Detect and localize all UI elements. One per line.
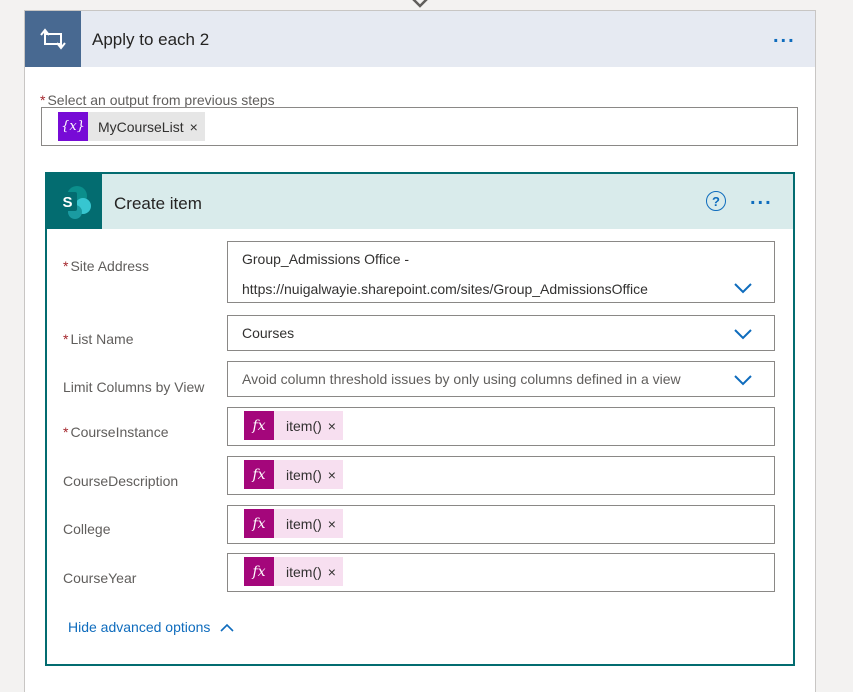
expression-token[interactable]: fx item() × bbox=[244, 411, 343, 440]
college-label: College bbox=[63, 521, 111, 537]
select-output-label: * Select an output from previous steps bbox=[40, 92, 275, 108]
hide-advanced-options-label: Hide advanced options bbox=[68, 619, 211, 635]
course-year-input[interactable]: fx item() × bbox=[227, 553, 775, 592]
select-output-label-text: Select an output from previous steps bbox=[47, 92, 275, 108]
apply-to-each-header[interactable]: Apply to each 2 ... bbox=[25, 11, 815, 67]
token-label: item() bbox=[286, 563, 322, 580]
chevron-down-icon[interactable] bbox=[734, 374, 752, 386]
svg-text:S: S bbox=[62, 194, 72, 211]
connector-arrow-icon bbox=[412, 0, 428, 8]
course-year-label: CourseYear bbox=[63, 570, 137, 586]
site-address-value-line2: https://nuigalwayie.sharepoint.com/sites… bbox=[242, 281, 648, 297]
required-mark: * bbox=[63, 331, 69, 347]
chevron-down-icon[interactable] bbox=[734, 328, 752, 340]
list-name-value: Courses bbox=[242, 325, 295, 341]
select-output-input[interactable]: {x} MyCourseList × bbox=[41, 107, 798, 146]
course-instance-label: * CourseInstance bbox=[63, 424, 169, 440]
mycourselist-token[interactable]: {x} MyCourseList × bbox=[58, 112, 205, 141]
list-name-label: * List Name bbox=[63, 331, 133, 347]
course-instance-label-text: CourseInstance bbox=[70, 424, 169, 440]
hide-advanced-options-link[interactable]: Hide advanced options bbox=[68, 619, 235, 635]
college-input[interactable]: fx item() × bbox=[227, 505, 775, 544]
expression-icon: fx bbox=[244, 557, 274, 586]
variable-icon: {x} bbox=[58, 112, 88, 141]
list-name-dropdown[interactable]: Courses bbox=[227, 315, 775, 351]
required-mark: * bbox=[63, 258, 69, 274]
expression-token[interactable]: fx item() × bbox=[244, 557, 343, 586]
apply-to-each-title[interactable]: Apply to each 2 bbox=[92, 30, 209, 50]
course-description-input[interactable]: fx item() × bbox=[227, 456, 775, 495]
course-instance-input[interactable]: fx item() × bbox=[227, 407, 775, 446]
site-address-label-text: Site Address bbox=[70, 258, 150, 274]
expression-token[interactable]: fx item() × bbox=[244, 509, 343, 538]
remove-token-button[interactable]: × bbox=[190, 112, 205, 141]
token-label: item() bbox=[286, 417, 322, 434]
course-description-label: CourseDescription bbox=[63, 473, 179, 489]
site-address-value-line1: Group_Admissions Office - bbox=[242, 251, 410, 267]
create-item-more-button[interactable]: ... bbox=[750, 188, 773, 208]
limit-columns-value: Avoid column threshold issues by only us… bbox=[242, 371, 681, 387]
chevron-down-icon[interactable] bbox=[734, 282, 752, 294]
site-address-label: * Site Address bbox=[63, 258, 149, 274]
apply-to-each-more-button[interactable]: ... bbox=[773, 26, 796, 46]
expression-icon: fx bbox=[244, 460, 274, 489]
expression-icon: fx bbox=[244, 411, 274, 440]
site-address-dropdown[interactable]: Group_Admissions Office - https://nuigal… bbox=[227, 241, 775, 303]
sharepoint-icon: S bbox=[47, 174, 102, 229]
remove-token-button[interactable]: × bbox=[328, 460, 343, 489]
remove-token-button[interactable]: × bbox=[328, 557, 343, 586]
list-name-label-text: List Name bbox=[70, 331, 134, 347]
required-mark: * bbox=[40, 92, 46, 108]
help-icon[interactable]: ? bbox=[706, 191, 726, 211]
limit-columns-label: Limit Columns by View bbox=[63, 379, 205, 395]
remove-token-button[interactable]: × bbox=[328, 411, 343, 440]
token-label: MyCourseList bbox=[98, 118, 184, 135]
limit-columns-dropdown[interactable]: Avoid column threshold issues by only us… bbox=[227, 361, 775, 397]
remove-token-button[interactable]: × bbox=[328, 509, 343, 538]
expression-token[interactable]: fx item() × bbox=[244, 460, 343, 489]
token-label: item() bbox=[286, 466, 322, 483]
token-label: item() bbox=[286, 515, 322, 532]
required-mark: * bbox=[63, 424, 69, 440]
apply-to-each-card: Apply to each 2 ... * Select an output fr… bbox=[24, 10, 816, 692]
loop-icon bbox=[25, 11, 81, 67]
expression-icon: fx bbox=[244, 509, 274, 538]
create-item-header[interactable]: S Create item ? ... bbox=[47, 174, 793, 229]
create-item-title[interactable]: Create item bbox=[114, 194, 202, 214]
create-item-card: S Create item ? ... * Site Address Group_… bbox=[45, 172, 795, 666]
chevron-up-icon bbox=[220, 623, 235, 632]
